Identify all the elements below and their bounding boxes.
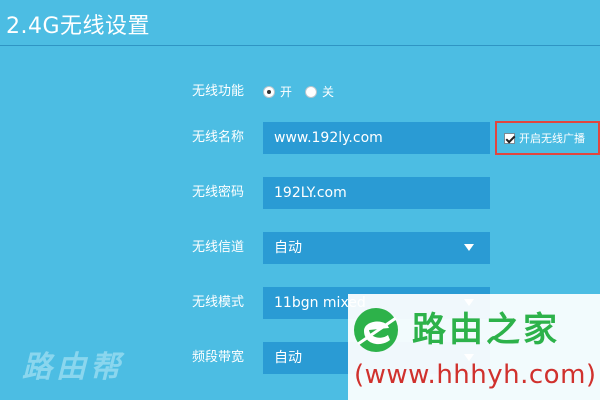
watermark-right: 路由之家 (www.hhhyh.com) — [348, 294, 600, 400]
watermark-logo-icon — [354, 308, 398, 352]
channel-select[interactable]: 自动 — [263, 232, 490, 264]
mode-label: 无线模式 — [192, 295, 245, 310]
ssid-input[interactable]: www.192ly.com — [263, 122, 490, 154]
bandwidth-select-value: 自动 — [274, 350, 302, 366]
watermark-site-url: (www.hhhyh.com) — [354, 360, 597, 390]
title-divider — [0, 45, 600, 46]
password-label: 无线密码 — [192, 185, 245, 200]
broadcast-checkbox[interactable] — [504, 132, 515, 144]
wireless-function-label: 无线功能 — [192, 84, 245, 99]
radio-off[interactable] — [305, 85, 318, 98]
page-title: 2.4G无线设置 — [6, 14, 151, 39]
broadcast-highlight-box: 开启无线广播 — [495, 121, 600, 155]
channel-label: 无线信道 — [192, 240, 245, 255]
watermark-left: 路由帮 — [22, 350, 124, 385]
radio-on-label[interactable]: 开 — [280, 83, 292, 100]
wireless-function-radio-group: 开 关 — [263, 83, 347, 100]
radio-on[interactable] — [263, 85, 275, 98]
broadcast-checkbox-label[interactable]: 开启无线广播 — [519, 130, 585, 146]
bandwidth-label: 频段带宽 — [192, 350, 245, 365]
channel-select-value: 自动 — [274, 240, 302, 256]
radio-off-label[interactable]: 关 — [322, 83, 334, 100]
watermark-site-name: 路由之家 — [412, 310, 560, 350]
ssid-label: 无线名称 — [192, 130, 245, 145]
password-input[interactable]: 192LY.com — [263, 177, 490, 209]
chevron-down-icon — [464, 244, 474, 251]
